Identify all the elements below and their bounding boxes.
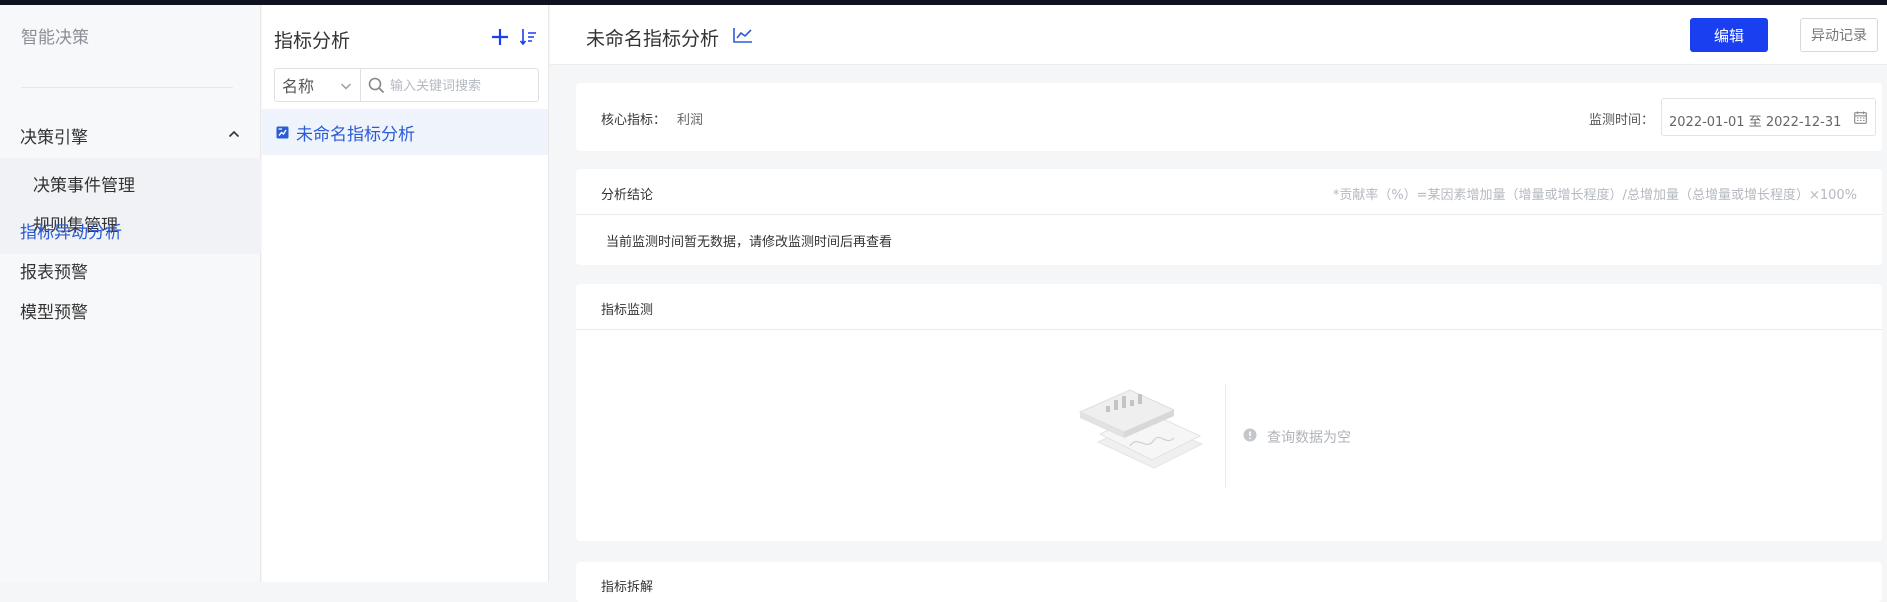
sidebar-item-model-alert[interactable]: 模型预警 [20, 298, 88, 323]
page-title: 未命名指标分析 [586, 28, 720, 50]
page-header: 未命名指标分析 编辑 异动记录 [550, 5, 1887, 65]
brand-title: 智能决策 [21, 28, 89, 48]
empty-data-text: 查询数据为空 [1267, 430, 1351, 446]
sort-icon[interactable] [519, 27, 537, 47]
conclusion-card: 分析结论 *贡献率（%）=某因素增加量（增量或增长程度）/总增加量（总增量或增长… [576, 169, 1882, 265]
sidebar-item-report-alert[interactable]: 报表预警 [20, 258, 88, 283]
core-metric-value: 利润 [677, 113, 704, 128]
conclusion-header: 分析结论 *贡献率（%）=某因素增加量（增量或增长程度）/总增加量（总增量或增长… [576, 169, 1882, 215]
list-item-label: 未命名指标分析 [296, 124, 415, 145]
core-metric-label: 核心指标： [601, 113, 667, 128]
filter-select[interactable]: 名称 [274, 68, 360, 102]
sidebar-item-metric-anomaly[interactable]: 指标异动分析 [20, 218, 122, 243]
search-input[interactable] [390, 75, 534, 97]
plus-icon[interactable] [490, 27, 510, 47]
sidebar-divider [21, 87, 233, 88]
anomaly-log-button[interactable]: 异动记录 [1800, 18, 1878, 52]
chevron-up-icon [228, 130, 240, 138]
conclusion-message: 当前监测时间暂无数据，请修改监测时间后再查看 [606, 235, 893, 250]
search-box [360, 68, 539, 102]
analysis-list-panel: 指标分析 名称 未命名指标分析 [262, 5, 549, 582]
sidebar-group-decision-engine[interactable]: 决策引擎 [0, 112, 261, 158]
core-metric-card: 核心指标： 利润 监测时间： 2022-01-01 至 2022-12-31 [576, 83, 1882, 151]
monitor-time-label: 监测时间： [1589, 113, 1655, 128]
filter-select-value: 名称 [282, 77, 315, 96]
contribution-note: *贡献率（%）=某因素增加量（增量或增长程度）/总增加量（总增量或增长程度）×1… [1332, 188, 1857, 203]
monitor-title: 指标监测 [601, 303, 654, 318]
line-chart-icon[interactable] [732, 26, 754, 44]
date-range-picker[interactable]: 2022-01-01 至 2022-12-31 [1661, 98, 1876, 136]
decomposition-card: 指标拆解 [576, 562, 1882, 602]
empty-divider [1225, 384, 1226, 488]
sidebar: 智能决策 决策引擎 决策事件管理 规则集管理 指标异动分析 报表预警 模型预警 [0, 5, 261, 582]
monitor-card: 指标监测 查询数据为空 [576, 284, 1882, 541]
monitor-header: 指标监测 [576, 284, 1882, 330]
list-item[interactable]: 未命名指标分析 [262, 109, 548, 155]
list-panel-title: 指标分析 [274, 30, 351, 52]
date-range-value: 2022-01-01 至 2022-12-31 [1669, 115, 1842, 130]
sidebar-group-label: 决策引擎 [20, 127, 88, 148]
calendar-icon [1854, 111, 1867, 124]
conclusion-title: 分析结论 [601, 188, 654, 203]
decomposition-title: 指标拆解 [601, 580, 654, 595]
chevron-down-icon [341, 83, 351, 90]
search-icon [368, 77, 385, 94]
main-content: 未命名指标分析 编辑 异动记录 核心指标： 利润 监测时间： 2022-01-0… [550, 5, 1887, 602]
sidebar-item-event-management[interactable]: 决策事件管理 [33, 171, 135, 196]
empty-data-illustration [1078, 389, 1204, 469]
edit-button[interactable]: 编辑 [1690, 18, 1768, 52]
info-icon [1243, 428, 1257, 442]
chart-doc-icon [276, 126, 289, 138]
